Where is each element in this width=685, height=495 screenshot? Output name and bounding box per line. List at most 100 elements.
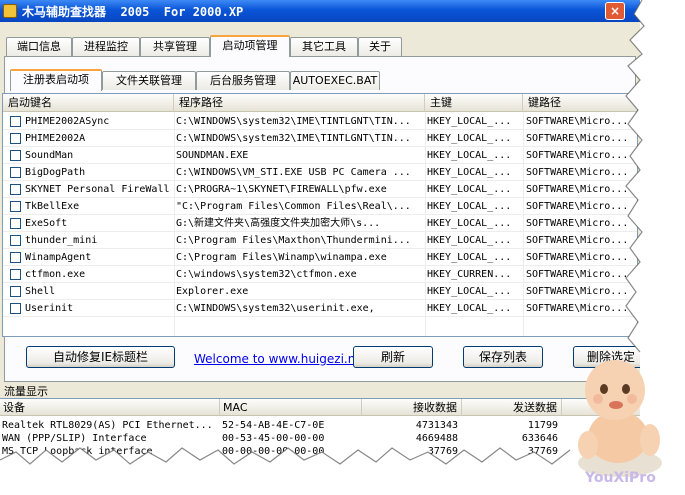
save-list-button[interactable]: 保存列表 <box>463 346 543 368</box>
row-root-key: HKEY_LOCAL_... <box>427 116 512 127</box>
row-checkbox[interactable] <box>10 269 21 280</box>
traffic-row[interactable]: Realtek RTL8029(AS) PCI Ethernet... 52-54… <box>0 419 640 432</box>
traffic-mac: 52-54-AB-4E-C7-0E <box>222 420 325 431</box>
sub-tabs: 注册表启动项 文件关联管理 后台服务管理 AUTOEXEC.BAT <box>6 69 636 91</box>
row-root-key: HKEY_LOCAL_... <box>427 252 512 263</box>
row-key-path: SOFTWARE\Micro... <box>526 269 629 280</box>
column-header-key-name[interactable]: 启动键名 <box>3 94 174 112</box>
table-row[interactable]: Shell Explorer.exe HKEY_LOCAL_... SOFTWARE\… <box>3 283 637 300</box>
row-checkbox[interactable] <box>10 218 21 229</box>
tab-share-manage[interactable]: 共享管理 <box>140 37 210 56</box>
app-window: 木马辅助查找器 2005 For 2000.XP × 端口信息 进程监控 共享管… <box>0 0 640 488</box>
row-key-path: SOFTWARE\Micro... <box>526 116 629 127</box>
main-tabs: 端口信息 进程监控 共享管理 启动项管理 其它工具 关于 <box>6 35 636 57</box>
table-row[interactable]: TkBellExe "C:\Program Files\Common Files\… <box>3 198 637 215</box>
row-root-key: HKEY_LOCAL_... <box>427 133 512 144</box>
table-row[interactable]: SKYNET Personal FireWall C:\PROGRA~1\SKYN… <box>3 181 637 198</box>
row-key-name: Shell <box>25 286 56 297</box>
row-program-path: C:\PROGRA~1\SKYNET\FIREWALL\pfw.exe <box>176 184 387 195</box>
row-program-path: C:\Program Files\Maxthon\Thundermini... <box>176 235 411 246</box>
row-key-path: SOFTWARE\Micro... <box>526 303 629 314</box>
tab-other-tools[interactable]: 其它工具 <box>290 37 358 56</box>
table-row[interactable]: PHIME2002A C:\WINDOWS\system32\IME\TINTLG… <box>3 130 637 147</box>
traffic-received: 4731343 <box>415 420 458 431</box>
row-checkbox[interactable] <box>10 116 21 127</box>
row-root-key: HKEY_LOCAL_... <box>427 218 512 229</box>
tab-startup-manage[interactable]: 启动项管理 <box>210 35 290 57</box>
row-program-path: C:\windows\system32\ctfmon.exe <box>176 269 357 280</box>
column-header-program-path[interactable]: 程序路径 <box>174 94 425 112</box>
row-key-name: ExeSoft <box>25 218 68 229</box>
row-checkbox[interactable] <box>10 167 21 178</box>
row-program-path: C:\WINDOWS\VM_STI.EXE USB PC Camera ... <box>176 167 411 178</box>
fix-ie-title-button[interactable]: 自动修复IE标题栏 <box>26 346 175 368</box>
row-key-name: SKYNET Personal FireWall <box>25 184 170 195</box>
row-key-name: PHIME2002A <box>25 133 86 144</box>
watermark-text: YouXiPro <box>585 470 656 486</box>
table-row[interactable]: thunder_mini C:\Program Files\Maxthon\Thu… <box>3 232 637 249</box>
row-key-path: SOFTWARE\Micro... <box>526 167 629 178</box>
row-root-key: HKEY_LOCAL_... <box>427 201 512 212</box>
row-key-path: SOFTWARE\Micro... <box>526 235 629 246</box>
column-header-root-key[interactable]: 主键 <box>425 94 523 112</box>
row-program-path: C:\WINDOWS\system32\userinit.exe, <box>176 303 375 314</box>
row-key-name: WinampAgent <box>25 252 92 263</box>
row-root-key: HKEY_LOCAL_... <box>427 167 512 178</box>
row-key-path: SOFTWARE\Micro... <box>526 286 629 297</box>
row-key-name: PHIME2002ASync <box>25 116 110 127</box>
table-row[interactable]: ExeSoft G:\新建文件夹\高强度文件夹加密大师\s... HKEY_LOCA… <box>3 215 637 232</box>
baby-mascot-image <box>578 360 662 477</box>
table-row[interactable]: Userinit C:\WINDOWS\system32\userinit.exe… <box>3 300 637 317</box>
row-checkbox[interactable] <box>10 286 21 297</box>
column-header-received[interactable]: 接收数据 <box>362 399 462 416</box>
row-key-path: SOFTWARE\Micro... <box>526 184 629 195</box>
column-header-mac[interactable]: MAC <box>220 399 362 416</box>
table-row[interactable]: PHIME2002ASync C:\WINDOWS\system32\IME\TI… <box>3 113 637 130</box>
row-program-path: "C:\Program Files\Common Files\Real\... <box>176 201 411 212</box>
row-checkbox[interactable] <box>10 235 21 246</box>
row-program-path: Explorer.exe <box>176 286 249 297</box>
startup-list[interactable]: 启动键名 程序路径 主键 键路径 PHIME2002ASync C:\WINDOW… <box>2 93 638 337</box>
row-key-name: SoundMan <box>25 150 74 161</box>
row-root-key: HKEY_LOCAL_... <box>427 303 512 314</box>
row-checkbox[interactable] <box>10 150 21 161</box>
tab-process-monitor[interactable]: 进程监控 <box>72 37 140 56</box>
title-bar: 木马辅助查找器 2005 For 2000.XP × <box>0 0 640 22</box>
refresh-button[interactable]: 刷新 <box>353 346 433 368</box>
traffic-label: 流量显示 <box>4 385 48 398</box>
window-title: 木马辅助查找器 2005 For 2000.XP <box>22 5 244 19</box>
tab-background-services[interactable]: 后台服务管理 <box>196 71 290 90</box>
row-checkbox[interactable] <box>10 252 21 263</box>
traffic-device: Realtek RTL8029(AS) PCI Ethernet... <box>2 420 212 431</box>
row-checkbox[interactable] <box>10 303 21 314</box>
column-header-sent[interactable]: 发送数据 <box>462 399 562 416</box>
table-row[interactable]: SoundMan SOUNDMAN.EXE HKEY_LOCAL_... SOFTWA… <box>3 147 637 164</box>
traffic-sent: 11799 <box>527 420 558 431</box>
tab-registry-startup[interactable]: 注册表启动项 <box>10 69 102 91</box>
row-checkbox[interactable] <box>10 133 21 144</box>
list-header: 启动键名 程序路径 主键 键路径 <box>3 94 637 112</box>
website-link[interactable]: Welcome to www.huigezi.net <box>194 352 367 366</box>
row-checkbox[interactable] <box>10 201 21 212</box>
row-checkbox[interactable] <box>10 184 21 195</box>
row-root-key: HKEY_CURREN... <box>427 269 512 280</box>
column-header-device[interactable]: 设备 <box>0 399 220 416</box>
table-row[interactable]: WinampAgent C:\Program Files\Winamp\winam… <box>3 249 637 266</box>
tab-port-info[interactable]: 端口信息 <box>6 37 72 56</box>
row-key-path: SOFTWARE\Micro... <box>526 133 629 144</box>
row-root-key: HKEY_LOCAL_... <box>427 184 512 195</box>
tab-autoexec[interactable]: AUTOEXEC.BAT <box>290 71 380 90</box>
row-key-name: ctfmon.exe <box>25 269 86 280</box>
table-row[interactable]: BigDogPath C:\WINDOWS\VM_STI.EXE USB PC C… <box>3 164 637 181</box>
row-program-path: C:\Program Files\Winamp\winampa.exe <box>176 252 387 263</box>
row-root-key: HKEY_LOCAL_... <box>427 150 512 161</box>
tab-about[interactable]: 关于 <box>358 37 402 56</box>
table-row[interactable]: ctfmon.exe C:\windows\system32\ctfmon.exe… <box>3 266 637 283</box>
tab-file-association[interactable]: 文件关联管理 <box>102 71 196 90</box>
row-key-name: BigDogPath <box>25 167 86 178</box>
row-key-name: Userinit <box>25 303 74 314</box>
row-key-path: SOFTWARE\Micro... <box>526 150 629 161</box>
row-key-path: SOFTWARE\Micro... <box>526 218 629 229</box>
row-key-path: SOFTWARE\Micro... <box>526 201 629 212</box>
row-program-path: SOUNDMAN.EXE <box>176 150 249 161</box>
